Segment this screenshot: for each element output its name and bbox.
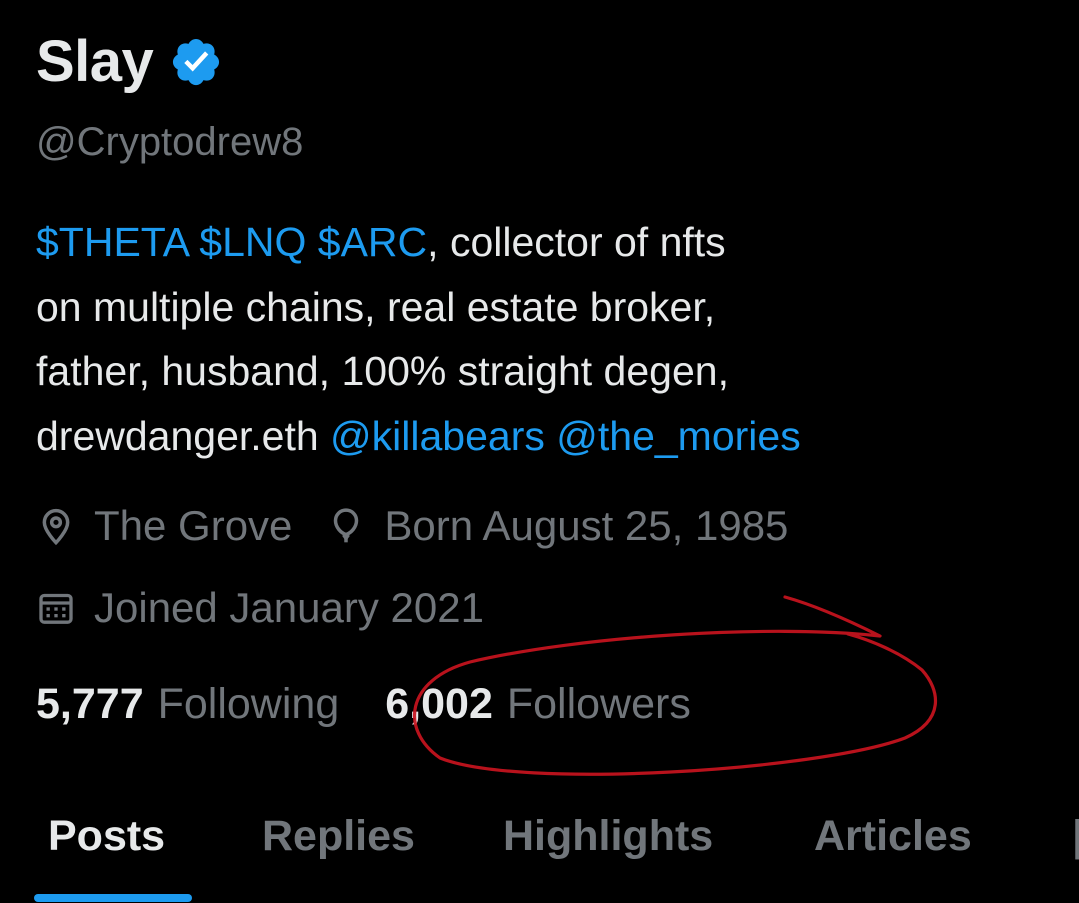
bio-text: , collector of nfts (427, 219, 726, 265)
bio-cashtags[interactable]: $THETA $LNQ $ARC (36, 219, 427, 265)
mention-the-mories[interactable]: @the_mories (556, 413, 800, 459)
followers-label: Followers (506, 680, 691, 728)
balloon-icon (334, 508, 359, 543)
tab-replies[interactable]: Replies (262, 812, 415, 861)
birthday-item: Born August 25, 1985 (326, 502, 788, 550)
followers-link[interactable]: 6,002 Followers (385, 680, 691, 729)
joined-text: Joined January 2021 (94, 584, 484, 631)
location-item: The Grove (36, 502, 292, 550)
profile-name: Slay (36, 29, 154, 94)
active-tab-indicator (34, 894, 192, 902)
follow-stats: 5,777 Following 6,002 Followers (36, 680, 737, 729)
followers-count: 6,002 (385, 680, 493, 728)
profile-bio: $THETA $LNQ $ARC, collector of nfts on m… (36, 210, 1036, 468)
profile-tabs: Posts Replies Highlights Articles | (0, 812, 1079, 903)
tab-articles[interactable]: Articles (814, 812, 972, 861)
following-count: 5,777 (36, 680, 144, 728)
mention-killabears[interactable]: @killabears (330, 413, 545, 459)
following-label: Following (157, 680, 340, 728)
bio-text: drewdanger.eth (36, 412, 331, 459)
bio-text: on multiple chains, real estate broker, (36, 283, 716, 330)
joined-item: Joined January 2021 (36, 584, 484, 632)
location-text: The Grove (94, 502, 293, 549)
verified-badge-icon[interactable] (169, 35, 223, 89)
profile-header: Slay (36, 28, 223, 95)
tab-posts[interactable]: Posts (48, 812, 165, 861)
birthday-text: Born August 25, 1985 (384, 502, 789, 549)
location-pin-icon (42, 509, 70, 546)
following-link[interactable]: 5,777 Following (36, 680, 339, 729)
profile-meta-row: The Grove Born August 25, 1985 (36, 502, 822, 550)
tab-more-partial[interactable]: | (1072, 812, 1079, 861)
tab-highlights[interactable]: Highlights (503, 812, 713, 861)
calendar-icon (39, 593, 73, 624)
profile-handle: @Cryptodrew8 (36, 120, 304, 164)
bio-text: father, husband, 100% straight degen, (36, 348, 729, 394)
profile-meta-row-2: Joined January 2021 (36, 584, 518, 632)
